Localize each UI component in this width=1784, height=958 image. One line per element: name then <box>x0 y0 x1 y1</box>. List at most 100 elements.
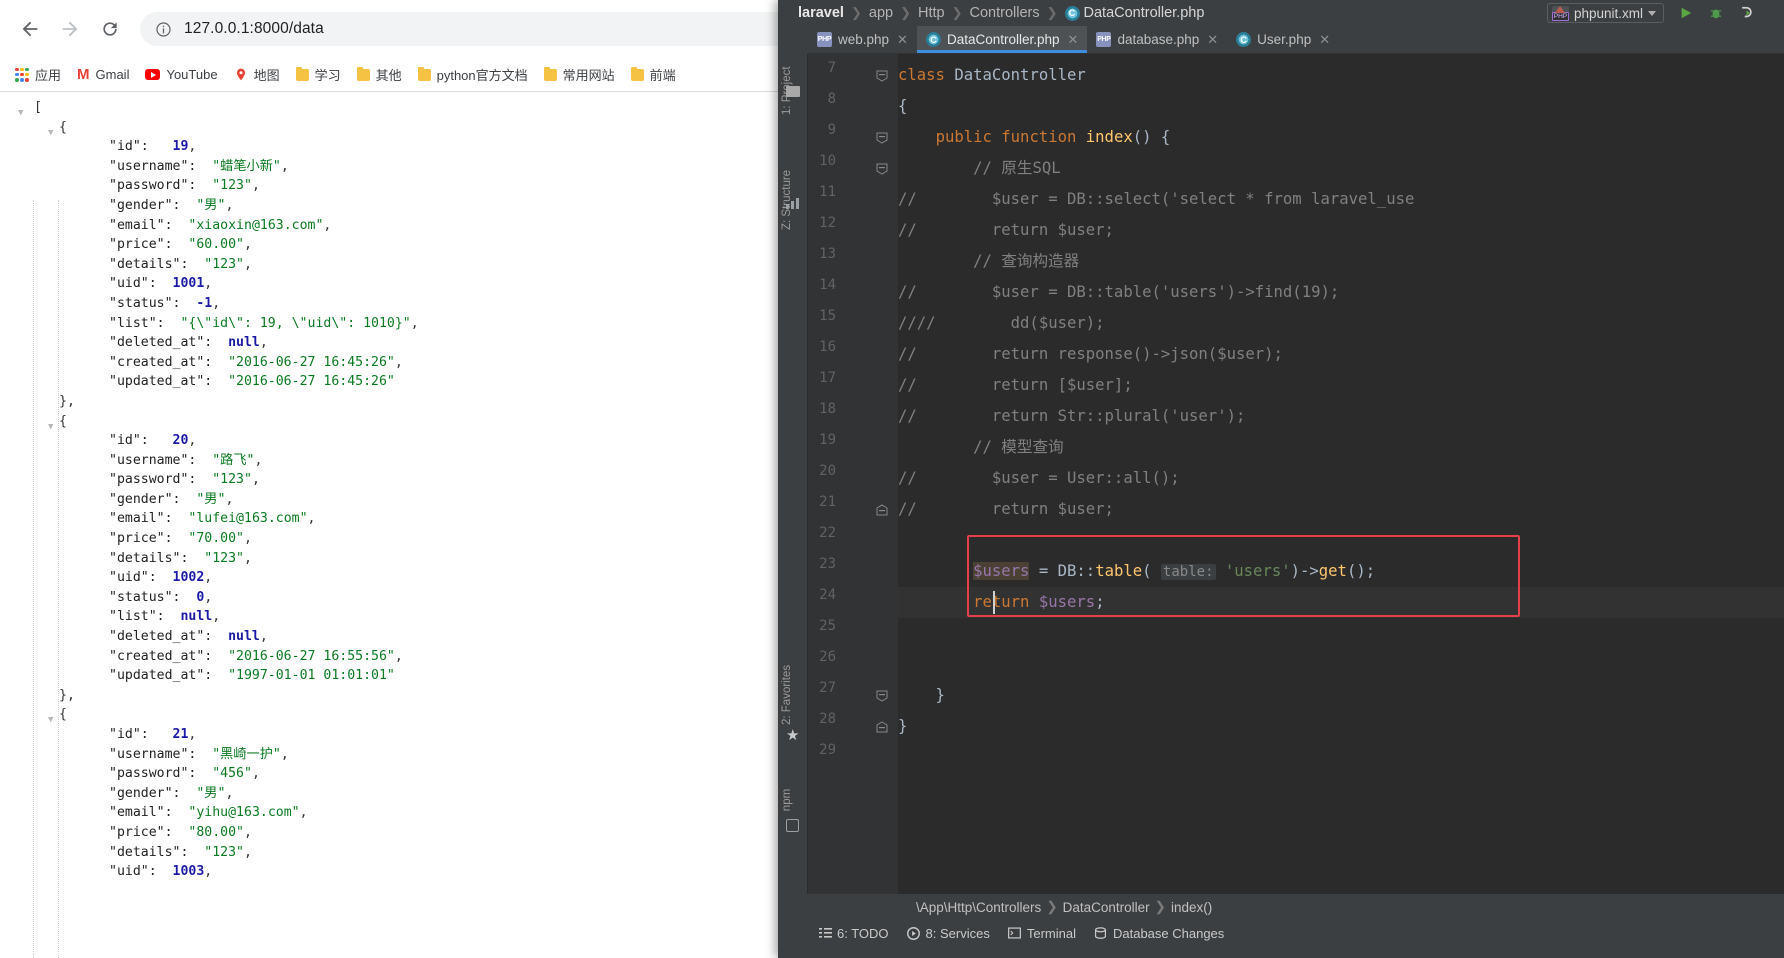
line-number: 15 <box>819 308 836 324</box>
tab-label: DataController.php <box>946 32 1060 47</box>
status-label: 8: Services <box>925 925 990 941</box>
code-line[interactable]: // 查询构造器 <box>898 246 1079 277</box>
code-line[interactable]: // return Str::plural('user'); <box>898 401 1245 432</box>
page-info-icon[interactable] <box>154 20 172 38</box>
code-line[interactable]: public function index() { <box>898 122 1171 153</box>
line-number: 7 <box>827 60 836 76</box>
debug-button[interactable] <box>1704 2 1728 24</box>
breadcrumb-separator-icon: ❯ <box>1046 899 1058 914</box>
tab-database-php[interactable]: PHP database.php ✕ <box>1087 26 1227 53</box>
breadcrumb-item-project[interactable]: laravel <box>798 5 844 21</box>
code-line[interactable]: // return response()->json($user); <box>898 339 1283 370</box>
breadcrumb-item-app[interactable]: app <box>869 5 893 21</box>
folder-icon <box>417 66 431 81</box>
code-line[interactable]: // $user = DB::select('select * from lar… <box>898 184 1414 215</box>
address-bar[interactable]: 127.0.0.1:8000/data <box>140 12 840 46</box>
ide-status-bar: 6: TODO 8: Services Terminal Database Ch… <box>778 920 1784 946</box>
bookmark-folder-study[interactable]: 学习 <box>289 62 348 87</box>
code-line[interactable]: } <box>898 711 907 742</box>
breadcrumb-class[interactable]: DataController <box>1063 900 1150 915</box>
code-line[interactable]: class DataController <box>898 60 1086 91</box>
bookmark-maps[interactable]: 地图 <box>227 62 287 87</box>
close-icon[interactable]: ✕ <box>1319 32 1330 48</box>
code-line[interactable]: // $user = DB::table('users')->find(19); <box>898 277 1339 308</box>
code-line[interactable]: // return [$user]; <box>898 370 1133 401</box>
tool-window-npm[interactable]: npm <box>781 785 793 815</box>
folder-icon <box>295 66 309 81</box>
run-with-coverage-button[interactable] <box>1734 2 1758 24</box>
bookmark-folder-other[interactable]: 其他 <box>350 62 409 87</box>
code-fold-toggle-icon[interactable] <box>876 131 888 144</box>
code-fold-toggle-icon[interactable] <box>876 162 888 175</box>
close-icon[interactable]: ✕ <box>1207 32 1218 48</box>
ide-top-bar: laravel ❯ app ❯ Http ❯ Controllers ❯ C D… <box>778 0 1784 26</box>
apps-grid-icon <box>15 67 29 82</box>
status-database-changes[interactable]: Database Changes <box>1094 926 1224 941</box>
breadcrumb-item-file[interactable]: DataController.php <box>1084 5 1205 21</box>
code-content[interactable]: class DataController{ public function in… <box>898 54 1784 894</box>
run-configuration-selector[interactable]: PHP phpunit.xml <box>1546 3 1664 23</box>
bookmark-label: 其他 <box>375 68 402 83</box>
code-line[interactable]: // 模型查询 <box>898 432 1064 463</box>
line-number: 13 <box>819 246 836 262</box>
maps-icon <box>234 67 248 82</box>
line-number: 24 <box>819 587 836 603</box>
close-icon[interactable]: ✕ <box>1068 32 1079 48</box>
line-number: 18 <box>819 401 836 417</box>
code-fold-toggle-icon[interactable] <box>876 689 888 702</box>
bookmark-gmail[interactable]: M Gmail <box>70 64 136 85</box>
tab-datacontroller-php[interactable]: C DataController.php ✕ <box>916 26 1088 53</box>
forward-icon[interactable] <box>50 9 90 49</box>
services-play-icon <box>907 926 921 940</box>
tab-label: User.php <box>1257 32 1312 47</box>
php-class-icon: C <box>1236 32 1252 47</box>
tab-label: database.php <box>1117 32 1200 47</box>
status-todo[interactable]: 6: TODO <box>818 926 889 941</box>
breadcrumb-method[interactable]: index() <box>1171 900 1212 915</box>
code-line[interactable]: { <box>898 91 907 122</box>
bookmark-apps[interactable]: 应用 <box>8 62 68 87</box>
run-button[interactable] <box>1674 2 1698 24</box>
url-text[interactable]: 127.0.0.1:8000/data <box>184 20 324 38</box>
code-line[interactable]: // $user = User::all(); <box>898 463 1180 494</box>
line-number: 12 <box>819 215 836 231</box>
code-line[interactable]: // return $user; <box>898 215 1114 246</box>
line-number: 28 <box>819 711 836 727</box>
bookmark-folder-common-sites[interactable]: 常用网站 <box>537 62 622 87</box>
tab-web-php[interactable]: PHP web.php ✕ <box>808 26 917 53</box>
editor-gutter[interactable]: 7 8 9 10 11 12 13 14 15 16 17 18 19 20 21 22 23 24 25 26 27 2… <box>808 54 898 894</box>
breadcrumb: laravel ❯ app ❯ Http ❯ Controllers ❯ C D… <box>798 5 1204 21</box>
back-icon[interactable] <box>10 9 50 49</box>
status-label: Terminal <box>1026 925 1076 941</box>
bookmark-folder-python-docs[interactable]: python官方文档 <box>411 62 535 87</box>
line-number: 11 <box>819 184 836 200</box>
code-fold-toggle-icon[interactable] <box>876 69 888 82</box>
line-number: 26 <box>819 649 836 665</box>
bookmark-folder-frontend[interactable]: 前端 <box>624 62 683 87</box>
bookmark-label: Gmail <box>95 67 130 82</box>
tab-user-php[interactable]: C User.php ✕ <box>1227 26 1339 53</box>
line-number: 8 <box>827 91 836 107</box>
tool-window-favorites[interactable]: 2: Favorites <box>781 665 793 725</box>
structure-breadcrumb: \App\Http\Controllers ❯ DataController ❯… <box>898 894 1784 920</box>
code-fold-toggle-icon[interactable] <box>876 720 888 733</box>
youtube-icon <box>145 69 161 80</box>
status-services[interactable]: 8: Services <box>907 926 990 941</box>
left-tool-window-bar: 1: Project Z: Structure 2: Favorites npm… <box>778 54 808 894</box>
breadcrumb-namespace[interactable]: \App\Http\Controllers <box>916 900 1041 915</box>
breadcrumb-item-controllers[interactable]: Controllers <box>969 5 1039 21</box>
code-line[interactable]: // return $user; <box>898 494 1114 525</box>
php-file-icon: PHP <box>817 32 832 47</box>
close-icon[interactable]: ✕ <box>897 32 908 48</box>
line-number: 10 <box>819 153 836 169</box>
php-class-icon: C <box>1064 5 1080 21</box>
code-line[interactable]: //// dd($user); <box>898 308 1105 339</box>
code-fold-toggle-icon[interactable] <box>876 503 888 516</box>
code-line[interactable]: } <box>898 680 945 711</box>
code-line[interactable]: // 原生SQL <box>898 153 1061 184</box>
bookmark-youtube[interactable]: YouTube <box>138 64 224 85</box>
bookmark-label: 地图 <box>253 68 280 83</box>
breadcrumb-item-http[interactable]: Http <box>918 5 945 21</box>
reload-icon[interactable] <box>90 9 130 49</box>
status-terminal[interactable]: Terminal <box>1008 926 1076 941</box>
